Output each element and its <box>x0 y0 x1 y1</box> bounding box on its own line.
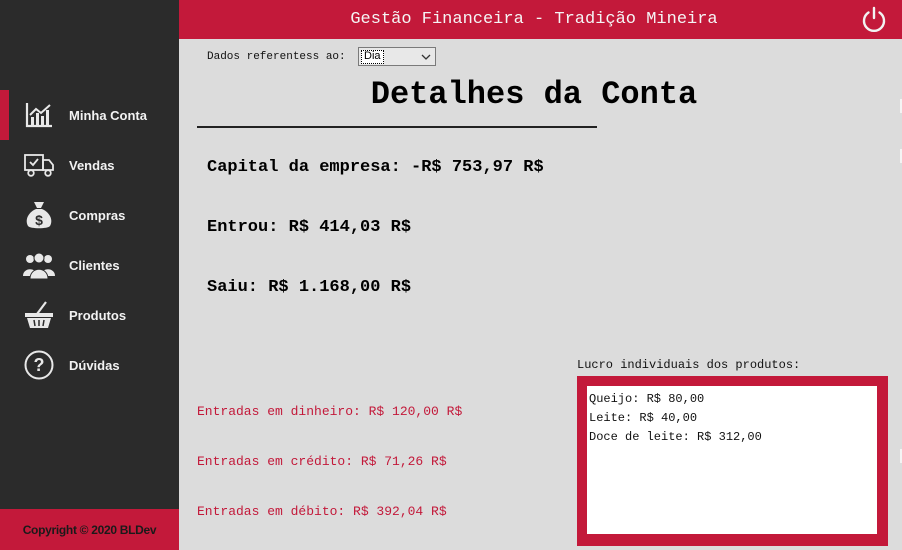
sidebar-item-vendas[interactable]: Vendas <box>0 140 179 190</box>
copyright-footer: Copyright © 2020 BLDev <box>0 509 179 550</box>
capital-value: Capital da empresa: -R$ 753,97 R$ <box>207 158 544 177</box>
power-icon <box>862 6 886 33</box>
profit-list[interactable]: Queijo: R$ 80,00 Leite: R$ 40,00 Doce de… <box>587 386 877 534</box>
power-button[interactable] <box>860 5 888 33</box>
saiu-value: Saiu: R$ 1.168,00 R$ <box>207 278 412 297</box>
entradas-dinheiro: Entradas em dinheiro: R$ 120,00 R$ <box>197 404 463 419</box>
basket-icon <box>22 299 56 331</box>
question-icon: ? <box>22 349 56 381</box>
sidebar-item-clientes[interactable]: Clientes <box>0 240 179 290</box>
profit-list-label: Lucro individuais dos produtos: <box>577 358 801 372</box>
sidebar-item-label: Clientes <box>69 257 120 273</box>
sidebar-item-label: Minha Conta <box>69 107 147 123</box>
main-content: Dados referentess ao: Dia Detalhes da Co… <box>179 39 902 550</box>
sidebar-item-minha-conta[interactable]: Minha Conta <box>0 90 179 140</box>
sidebar-item-produtos[interactable]: Produtos <box>0 290 179 340</box>
svg-text:?: ? <box>34 355 45 375</box>
entradas-credito: Entradas em crédito: R$ 71,26 R$ <box>197 454 447 469</box>
sidebar: Minha Conta Vendas $ Compras Clientes Pr… <box>0 0 179 550</box>
chart-icon <box>22 99 56 131</box>
entrou-value: Entrou: R$ 414,03 R$ <box>207 218 412 237</box>
sidebar-item-duvidas[interactable]: ? Dúvidas <box>0 340 179 390</box>
list-item: Leite: R$ 40,00 <box>589 411 698 425</box>
app-title: Gestão Financeira - Tradição Mineira <box>350 10 718 29</box>
app-header: Gestão Financeira - Tradição Mineira <box>179 0 902 39</box>
copyright-text: Copyright © 2020 BLDev <box>22 522 157 537</box>
sidebar-item-label: Compras <box>69 207 126 223</box>
sidebar-item-label: Dúvidas <box>69 357 120 373</box>
period-label: Dados referentess ao: <box>207 51 346 63</box>
truck-icon <box>22 149 56 181</box>
title-divider <box>197 126 597 128</box>
chevron-down-icon <box>421 54 431 60</box>
period-select-value: Dia <box>361 50 384 64</box>
users-icon <box>22 249 56 281</box>
money-bag-icon: $ <box>22 199 56 231</box>
sidebar-item-compras[interactable]: $ Compras <box>0 190 179 240</box>
list-item: Doce de leite: R$ 312,00 <box>589 430 762 444</box>
page-title: Detalhes da Conta <box>370 76 698 113</box>
period-select[interactable]: Dia <box>358 47 436 66</box>
list-item: Queijo: R$ 80,00 <box>589 392 705 406</box>
sidebar-item-label: Produtos <box>69 307 127 323</box>
profit-list-frame: Queijo: R$ 80,00 Leite: R$ 40,00 Doce de… <box>577 376 888 546</box>
entradas-debito: Entradas em débito: R$ 392,04 R$ <box>197 504 447 519</box>
svg-text:$: $ <box>35 212 43 228</box>
sidebar-item-label: Vendas <box>69 157 115 173</box>
